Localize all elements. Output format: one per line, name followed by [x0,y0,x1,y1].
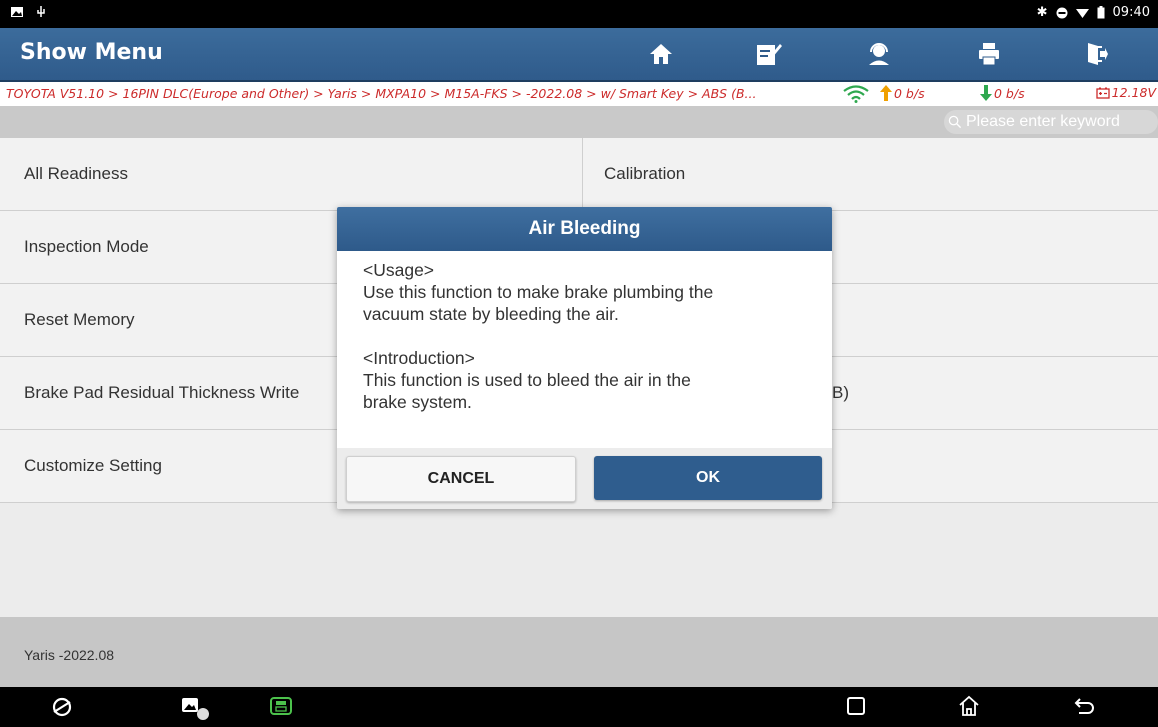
ok-button[interactable]: OK [594,456,822,500]
air-bleeding-dialog: Air Bleeding <Usage> Use this function t… [337,207,832,509]
introduction-text-line: This function is used to bleed the air i… [363,370,691,390]
dialog-title: Air Bleeding [337,207,832,251]
dialog-body: <Usage> Use this function to make brake … [363,259,803,413]
modal-overlay: Air Bleeding <Usage> Use this function t… [0,0,1158,727]
usage-heading: <Usage> [363,260,435,280]
usage-text-line: Use this function to make brake plumbing… [363,282,714,302]
introduction-heading: <Introduction> [363,348,475,368]
usage-text-line: vacuum state by bleeding the air. [363,304,619,324]
introduction-text-line: brake system. [363,392,472,412]
dialog-footer: CANCEL OK [337,448,832,509]
cancel-button[interactable]: CANCEL [346,456,576,502]
